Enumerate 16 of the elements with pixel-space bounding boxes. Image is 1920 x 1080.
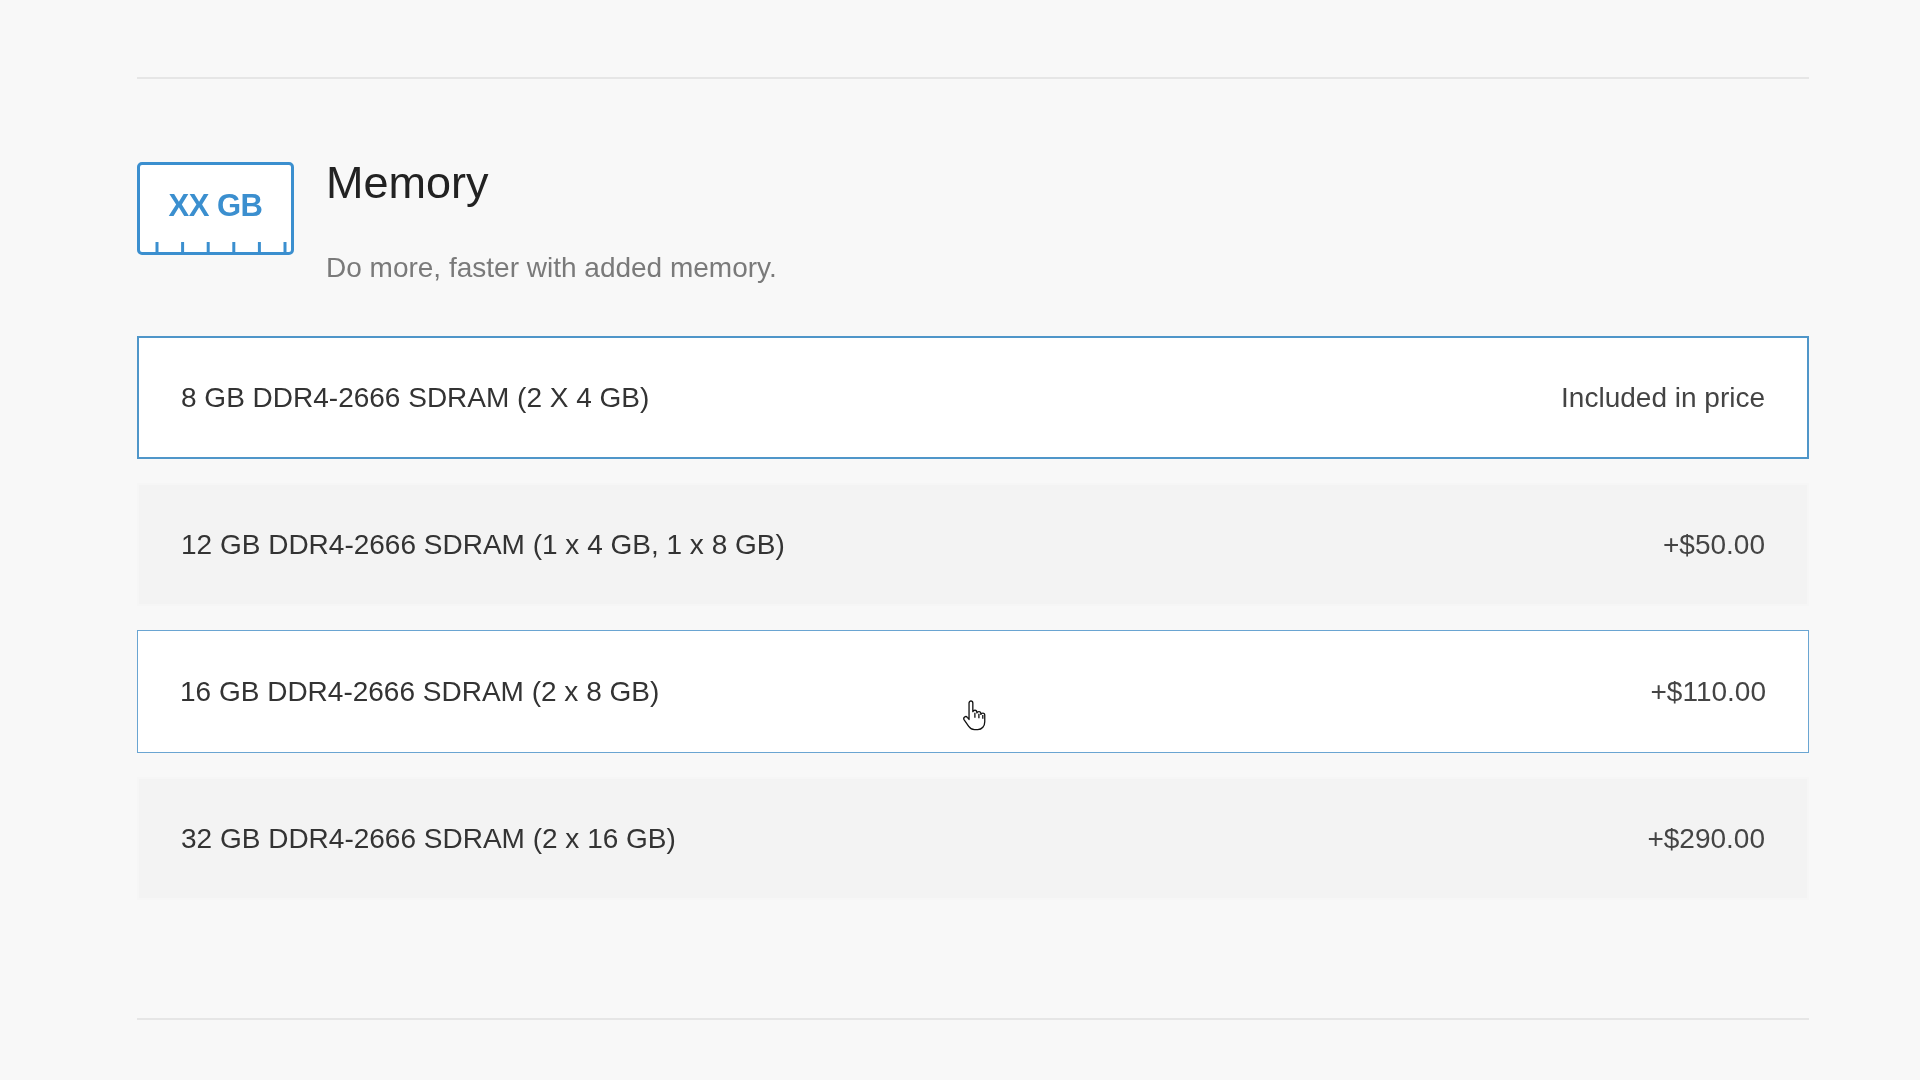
- memory-module-icon: XX GB: [137, 162, 294, 255]
- option-price: +$50.00: [1663, 528, 1765, 561]
- section-title: Memory: [326, 158, 490, 208]
- option-price: Included in price: [1561, 381, 1765, 414]
- option-label: 12 GB DDR4-2666 SDRAM (1 x 4 GB, 1 x 8 GB): [181, 528, 785, 561]
- section-subtitle: Do more, faster with added memory.: [326, 251, 777, 285]
- memory-option[interactable]: 12 GB DDR4-2666 SDRAM (1 x 4 GB, 1 x 8 GB) +$50.00: [137, 483, 1809, 606]
- memory-option[interactable]: 8 GB DDR4-2666 SDRAM (2 X 4 GB) Included in price: [137, 336, 1809, 459]
- option-label: 8 GB DDR4-2666 SDRAM (2 X 4 GB): [181, 381, 650, 414]
- option-price: +$110.00: [1650, 675, 1766, 708]
- memory-option[interactable]: 32 GB DDR4-2666 SDRAM (2 x 16 GB) +$290.00: [137, 777, 1809, 900]
- option-label: 16 GB DDR4-2666 SDRAM (2 x 8 GB): [180, 675, 660, 708]
- option-label: 32 GB DDR4-2666 SDRAM (2 x 16 GB): [181, 822, 676, 855]
- memory-option[interactable]: 16 GB DDR4-2666 SDRAM (2 x 8 GB) +$110.00: [137, 630, 1809, 753]
- option-price: +$290.00: [1647, 822, 1765, 855]
- hand-pointer-icon: [962, 699, 988, 733]
